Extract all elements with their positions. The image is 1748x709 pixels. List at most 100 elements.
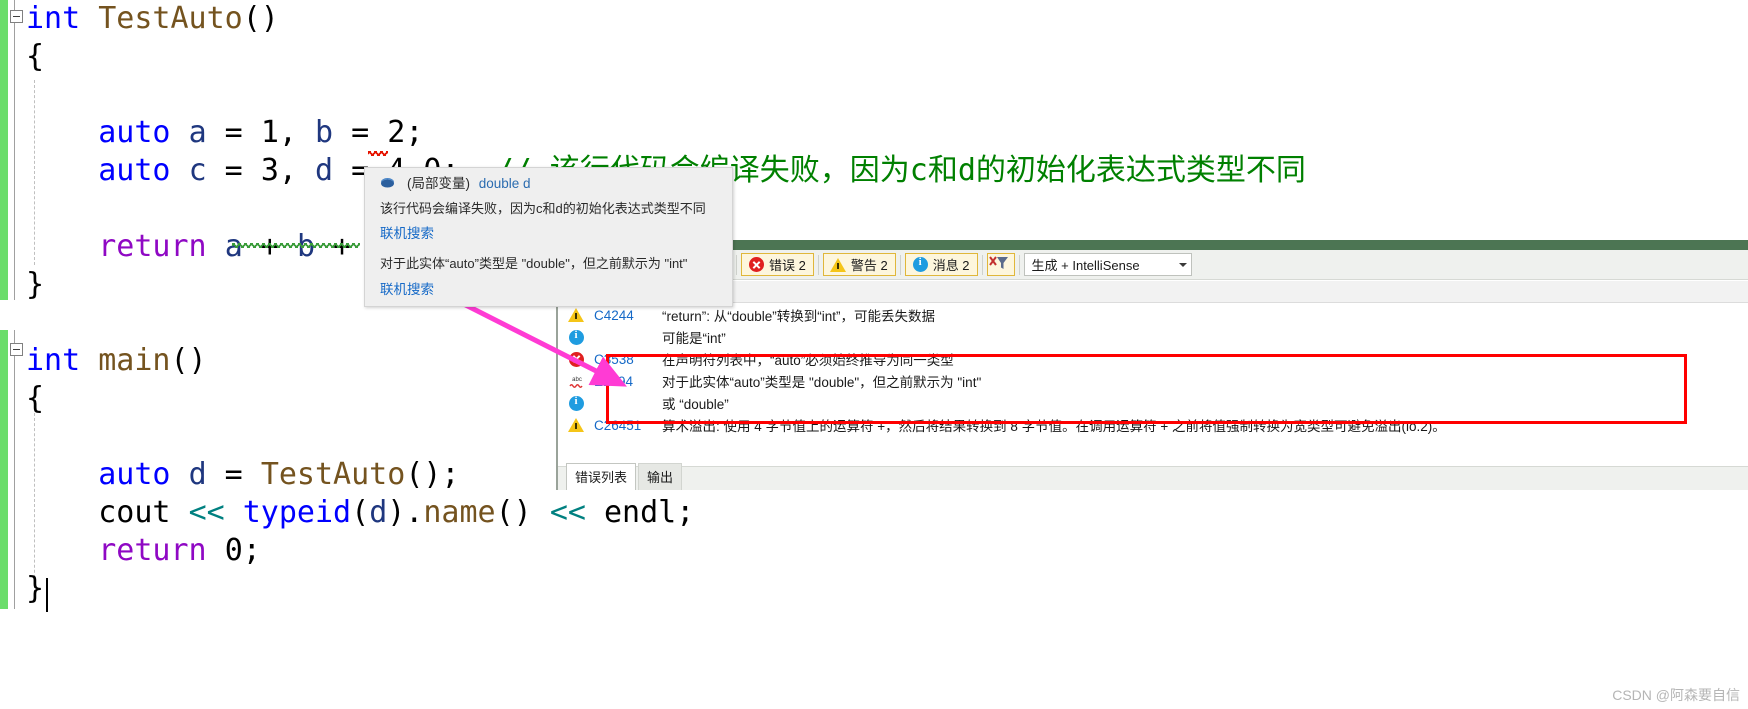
code-token: (): [495, 495, 550, 530]
toolbar-separator: [981, 254, 983, 275]
text-caret: [46, 578, 48, 612]
code-token: ;: [676, 495, 695, 530]
severity-cell: [558, 395, 594, 411]
messages-filter-button[interactable]: 消息 2: [904, 253, 978, 276]
warnings-filter-label: 警告 2: [850, 258, 888, 273]
code-token: (: [351, 495, 370, 530]
code-line[interactable]: {: [26, 38, 44, 76]
local-variable-icon: [381, 178, 394, 188]
code-line[interactable]: auto a = 1, b = 2;: [26, 114, 423, 152]
code-token: =: [206, 115, 261, 150]
clear-filter-button[interactable]: [986, 253, 1015, 276]
code-token: <<: [188, 495, 225, 530]
severity-cell: [558, 329, 594, 345]
code-token: d: [369, 495, 388, 530]
code-token: return: [98, 229, 207, 264]
code-token: =: [333, 115, 388, 150]
error-list-row[interactable]: abc E1594 对于此实体“auto”类型是 "double"，但之前默示为 "…: [558, 370, 1748, 392]
info-icon: [568, 329, 584, 345]
info-icon: [912, 256, 928, 272]
error-list-row[interactable]: 或 “double”: [558, 392, 1748, 414]
code-token: c: [188, 153, 207, 188]
error-list-titlebar: [558, 240, 1748, 250]
code-line[interactable]: cout << typeid(d).name() << endl;: [26, 494, 694, 532]
severity-cell: abc: [558, 374, 594, 389]
error-list-panel[interactable]: 错误 2 警告 2 消息 2 生成 + IntelliSense C: [556, 240, 1748, 490]
code-line[interactable]: {: [26, 380, 44, 418]
error-description-cell: “return”: 从“double”转换到“int”，可能丢失数据: [662, 309, 936, 324]
collapse-outline-toggle[interactable]: [10, 343, 23, 356]
error-code-cell: E1594: [594, 373, 634, 389]
error-list-column-header[interactable]: [558, 281, 1748, 303]
tooltip-signature: double d: [478, 176, 531, 191]
code-token: a: [188, 115, 207, 150]
code-token: TestAuto: [260, 457, 406, 492]
error-list-row[interactable]: C26451 算术溢出: 使用 4 字节值上的运算符 +，然后将结果转换到 8 字…: [558, 414, 1748, 436]
warnings-filter-button[interactable]: 警告 2: [822, 253, 896, 276]
code-token: 1: [260, 115, 279, 150]
code-line[interactable]: }: [26, 570, 44, 608]
tooltip-description: 该行代码会编译失败，因为c和d的初始化表达式类型不同: [380, 201, 706, 216]
code-token: return: [98, 533, 207, 568]
code-token: d: [315, 153, 334, 188]
code-token: (): [170, 343, 207, 378]
bottom-tab[interactable]: 输出: [638, 463, 683, 490]
error-icon: [568, 351, 584, 367]
error-code-cell: C4244: [594, 307, 634, 323]
error-list-row[interactable]: C4244 “return”: 从“double”转换到“int”，可能丢失数据: [558, 304, 1748, 326]
code-token: name: [423, 495, 496, 530]
editor-gutter-divider: [14, 330, 15, 609]
error-description-cell: 可能是“int”: [662, 331, 726, 346]
error-list-toolbar[interactable]: 错误 2 警告 2 消息 2 生成 + IntelliSense: [558, 250, 1748, 280]
bottom-tab-strip[interactable]: 错误列表 输出: [558, 463, 1748, 490]
errors-filter-button[interactable]: 错误 2: [741, 253, 814, 276]
code-token: =: [206, 457, 261, 492]
code-token: typeid: [242, 495, 352, 530]
code-token: }: [26, 571, 45, 606]
error-list-row[interactable]: C3538 在声明符列表中，“auto”必须始终推导为同一类型: [558, 348, 1748, 370]
code-token: }: [26, 267, 45, 302]
code-line[interactable]: int TestAuto(): [26, 0, 279, 38]
tooltip-signature-row: (局部变量) double d: [407, 176, 531, 192]
toolbar-separator: [899, 254, 901, 275]
editor-gutter-divider: [14, 0, 15, 300]
code-token: ,: [278, 153, 315, 188]
code-token: ).: [387, 495, 424, 530]
error-list-rows[interactable]: C4244 “return”: 从“double”转换到“int”，可能丢失数据可…: [558, 304, 1748, 436]
code-token: 3: [260, 153, 279, 188]
warning-icon: [568, 418, 584, 433]
code-token: int: [26, 1, 81, 36]
code-token: =: [206, 153, 261, 188]
tooltip-kind-label: (局部变量): [407, 176, 470, 191]
error-code-cell: C26451: [594, 417, 642, 433]
tooltip-online-search-link-2[interactable]: 联机搜索: [380, 282, 434, 298]
code-line[interactable]: }: [26, 266, 44, 304]
bottom-tab[interactable]: 错误列表: [566, 463, 637, 490]
warning-icon: [830, 257, 847, 272]
code-line[interactable]: int main(): [26, 342, 207, 380]
severity-cell: [558, 418, 594, 433]
toolbar-separator: [1018, 254, 1020, 275]
code-token: {: [26, 39, 45, 74]
clear-filter-icon: [988, 256, 1008, 269]
tooltip-online-search-link-1[interactable]: 联机搜索: [380, 226, 434, 242]
code-token: ;: [242, 533, 261, 568]
chevron-down-icon: [1178, 262, 1187, 267]
code-token: ,: [278, 115, 315, 150]
code-line[interactable]: auto d = TestAuto();: [26, 456, 459, 494]
code-line[interactable]: return 0;: [26, 532, 261, 570]
collapse-outline-toggle[interactable]: [10, 10, 23, 23]
intellisense-quickinfo-tooltip: (局部变量) double d 该行代码会编译失败，因为c和d的初始化表达式类型…: [364, 167, 733, 307]
intellisense-icon: abc: [568, 374, 584, 389]
error-list-row[interactable]: 可能是“int”: [558, 326, 1748, 348]
warning-icon: [568, 308, 584, 323]
build-scope-combo[interactable]: 生成 + IntelliSense: [1023, 253, 1192, 276]
